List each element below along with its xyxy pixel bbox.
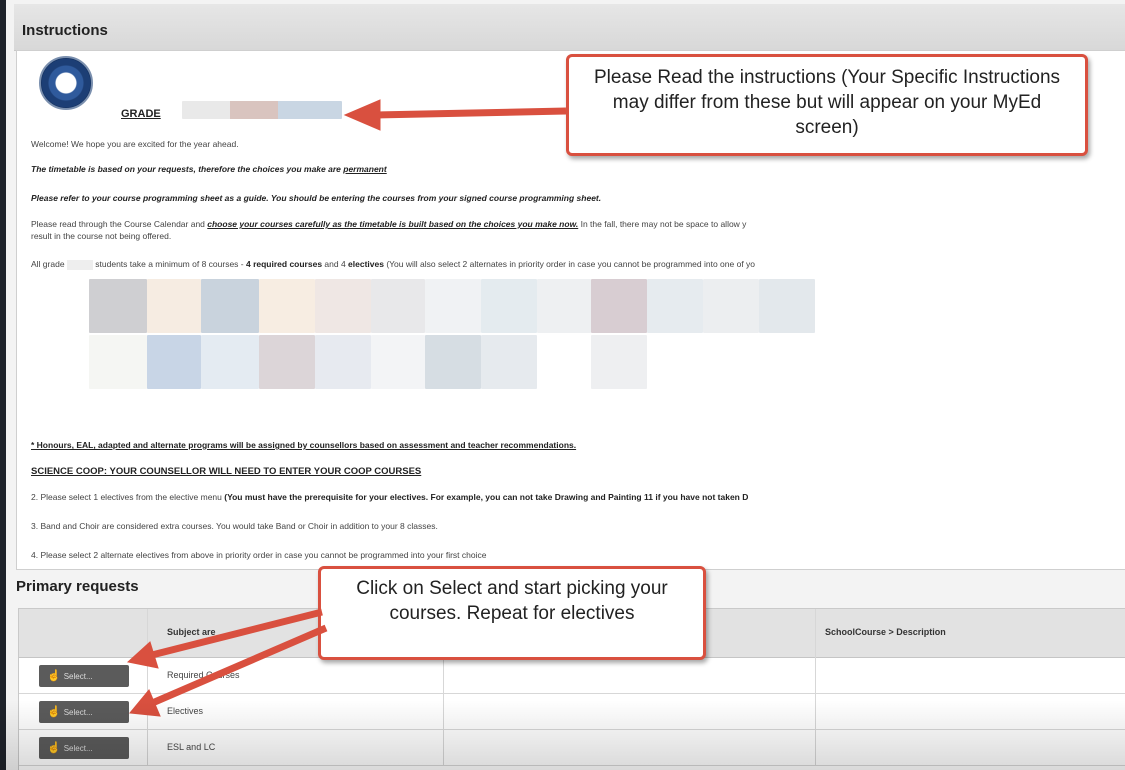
instructions-header: Instructions (14, 4, 1125, 51)
hand-pointer-icon: ☝ (47, 742, 61, 754)
row-label: ESL and LC (167, 742, 216, 752)
school-crest-logo: G (39, 56, 93, 110)
select-button-electives[interactable]: ☝ Select... (39, 701, 129, 723)
calendar-note-line2: result in the course not being offered. (31, 231, 172, 241)
instruction-item-4: 4. Please select 2 alternate electives f… (31, 550, 487, 560)
table-row: ☝ Select... Electives (19, 693, 1125, 730)
all-grade-note: All grade students take a minimum of 8 c… (31, 259, 756, 270)
row-label: Required Courses (167, 670, 240, 680)
instruction-item-2: 2. Please select 1 electives from the el… (31, 492, 749, 502)
select-button-required[interactable]: ☝ Select... (39, 665, 129, 687)
calendar-note: Please read through the Course Calendar … (31, 219, 747, 229)
hand-pointer-icon: ☝ (47, 706, 61, 718)
refer-note: Please refer to your course programming … (31, 193, 602, 203)
table-row: ☝ Select... ESL and LC (19, 729, 1125, 766)
select-button-esl[interactable]: ☝ Select... (39, 737, 129, 759)
row-label: Electives (167, 706, 204, 716)
primary-requests-title: Primary requests (16, 578, 139, 595)
science-coop-note: SCIENCE COOP: YOUR COUNSELLOR WILL NEED … (31, 466, 422, 477)
hand-pointer-icon: ☝ (47, 670, 61, 682)
callout-click-select: Click on Select and start picking your c… (318, 566, 706, 660)
callout-read-instructions: Please Read the instructions (Your Speci… (566, 54, 1088, 156)
welcome-text: Welcome! We hope you are excited for the… (31, 139, 239, 149)
redacted-grade (182, 101, 342, 119)
column-description[interactable]: SchoolCourse > Description (825, 627, 946, 637)
column-subject-area[interactable]: Subject are (167, 627, 216, 637)
grade-label: GRADE (121, 108, 161, 120)
instruction-item-3: 3. Band and Choir are considered extra c… (31, 521, 438, 531)
instructions-title: Instructions (22, 22, 108, 39)
timetable-note: The timetable is based on your requests,… (31, 164, 387, 174)
table-row: ☝ Select... Required Courses (19, 657, 1125, 694)
honours-note: * Honours, EAL, adapted and alternate pr… (31, 440, 577, 450)
